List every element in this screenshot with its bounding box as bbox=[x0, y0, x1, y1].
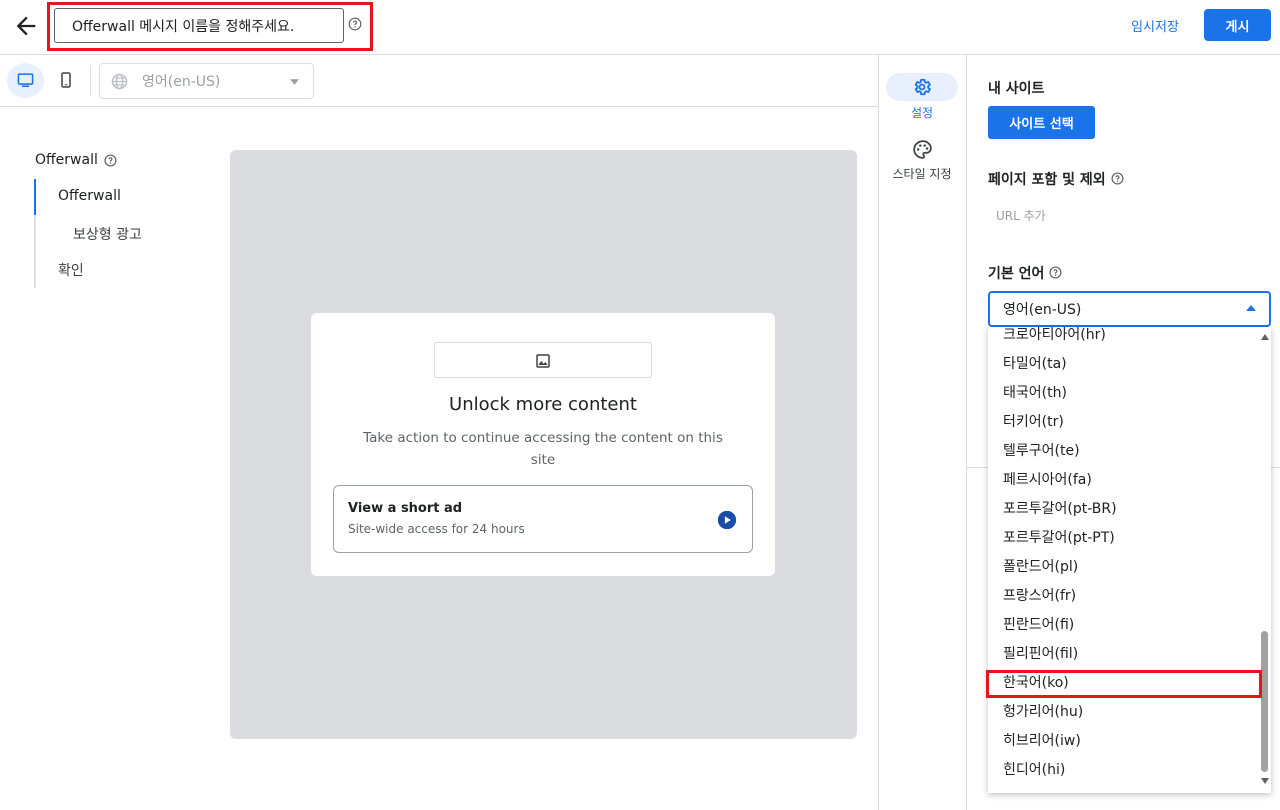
toolbar-divider bbox=[90, 66, 91, 96]
select-site-button[interactable]: 사이트 선택 bbox=[988, 106, 1095, 139]
settings-tab-label[interactable]: 설정 bbox=[878, 104, 966, 121]
preview-language-value: 영어(en-US) bbox=[142, 74, 221, 90]
palette-icon[interactable] bbox=[912, 139, 933, 160]
help-icon[interactable] bbox=[1111, 172, 1124, 185]
scroll-down-arrow-icon[interactable] bbox=[1261, 778, 1269, 784]
publish-button[interactable]: 게시 bbox=[1204, 9, 1271, 41]
desktop-view-button[interactable] bbox=[7, 63, 44, 98]
language-option[interactable]: 필리핀어(fil) bbox=[988, 640, 1260, 669]
play-icon[interactable] bbox=[717, 510, 737, 530]
my-site-heading: 내 사이트 bbox=[988, 81, 1045, 97]
help-icon[interactable] bbox=[104, 154, 117, 167]
add-url-link[interactable]: URL 추가 bbox=[996, 207, 1046, 224]
save-draft-button[interactable]: 임시저장 bbox=[1116, 10, 1194, 40]
settings-tab[interactable] bbox=[886, 73, 958, 101]
language-option[interactable]: 크로아티아어(hr) bbox=[988, 327, 1260, 350]
globe-icon bbox=[111, 73, 128, 90]
language-option[interactable]: 터키어(tr) bbox=[988, 408, 1260, 437]
desktop-icon bbox=[17, 73, 34, 88]
language-option[interactable]: 히브리어(iw) bbox=[988, 727, 1260, 756]
language-option[interactable]: 헝가리어(hu) bbox=[988, 698, 1260, 727]
nav-item-rewarded-ad[interactable]: 보상형 광고 bbox=[73, 224, 142, 244]
default-language-value: 영어(en-US) bbox=[1003, 302, 1082, 318]
language-option[interactable]: 페르시아어(fa) bbox=[988, 466, 1260, 495]
default-language-heading: 기본 언어 bbox=[988, 266, 1045, 282]
mobile-icon bbox=[61, 72, 71, 88]
language-option[interactable]: 프랑스어(fr) bbox=[988, 582, 1260, 611]
language-option[interactable]: 핀란드어(fi) bbox=[988, 611, 1260, 640]
gear-icon bbox=[914, 78, 931, 96]
back-arrow-icon[interactable] bbox=[12, 12, 40, 40]
highlight-box bbox=[47, 2, 373, 51]
view-ad-subtitle: Site-wide access for 24 hours bbox=[348, 522, 525, 536]
view-ad-option[interactable] bbox=[333, 485, 753, 553]
panel-divider bbox=[966, 55, 967, 810]
image-icon bbox=[536, 354, 550, 368]
card-description: Take action to continue accessing the co… bbox=[363, 430, 723, 468]
language-option[interactable]: 타밀어(ta) bbox=[988, 350, 1260, 379]
card-title: Unlock more content bbox=[449, 394, 637, 415]
language-option[interactable]: 포르투갈어(pt-PT) bbox=[988, 524, 1260, 553]
view-ad-title: View a short ad bbox=[348, 501, 463, 516]
language-option[interactable]: 폴란드어(pl) bbox=[988, 553, 1260, 582]
language-option[interactable]: 텔루구어(te) bbox=[988, 437, 1260, 466]
language-option[interactable]: 힌디어(hi) bbox=[988, 756, 1260, 785]
nav-active-indicator bbox=[34, 179, 36, 215]
language-option[interactable]: 포르투갈어(pt-BR) bbox=[988, 495, 1260, 524]
nav-title: Offerwall bbox=[35, 152, 98, 168]
mobile-view-button[interactable] bbox=[50, 63, 82, 98]
language-dropdown[interactable]: 크로아티아어(hr) 타밀어(ta) 태국어(th) 터키어(tr) 텔루구어(… bbox=[988, 327, 1271, 793]
image-placeholder bbox=[434, 342, 652, 378]
language-option[interactable]: 태국어(th) bbox=[988, 379, 1260, 408]
page-targeting-heading: 페이지 포함 및 제외 bbox=[988, 172, 1106, 188]
highlight-box bbox=[986, 670, 1262, 698]
nav-item-confirm[interactable]: 확인 bbox=[58, 260, 84, 280]
scrollbar-thumb[interactable] bbox=[1261, 631, 1268, 772]
dropdown-caret-up-icon bbox=[1246, 305, 1256, 311]
scroll-up-arrow-icon[interactable] bbox=[1261, 334, 1269, 340]
help-icon[interactable] bbox=[1049, 266, 1062, 279]
nav-item-offerwall[interactable]: Offerwall bbox=[58, 188, 121, 204]
dropdown-caret-icon bbox=[290, 79, 299, 85]
style-tab-label[interactable]: 스타일 지정 bbox=[878, 165, 966, 182]
